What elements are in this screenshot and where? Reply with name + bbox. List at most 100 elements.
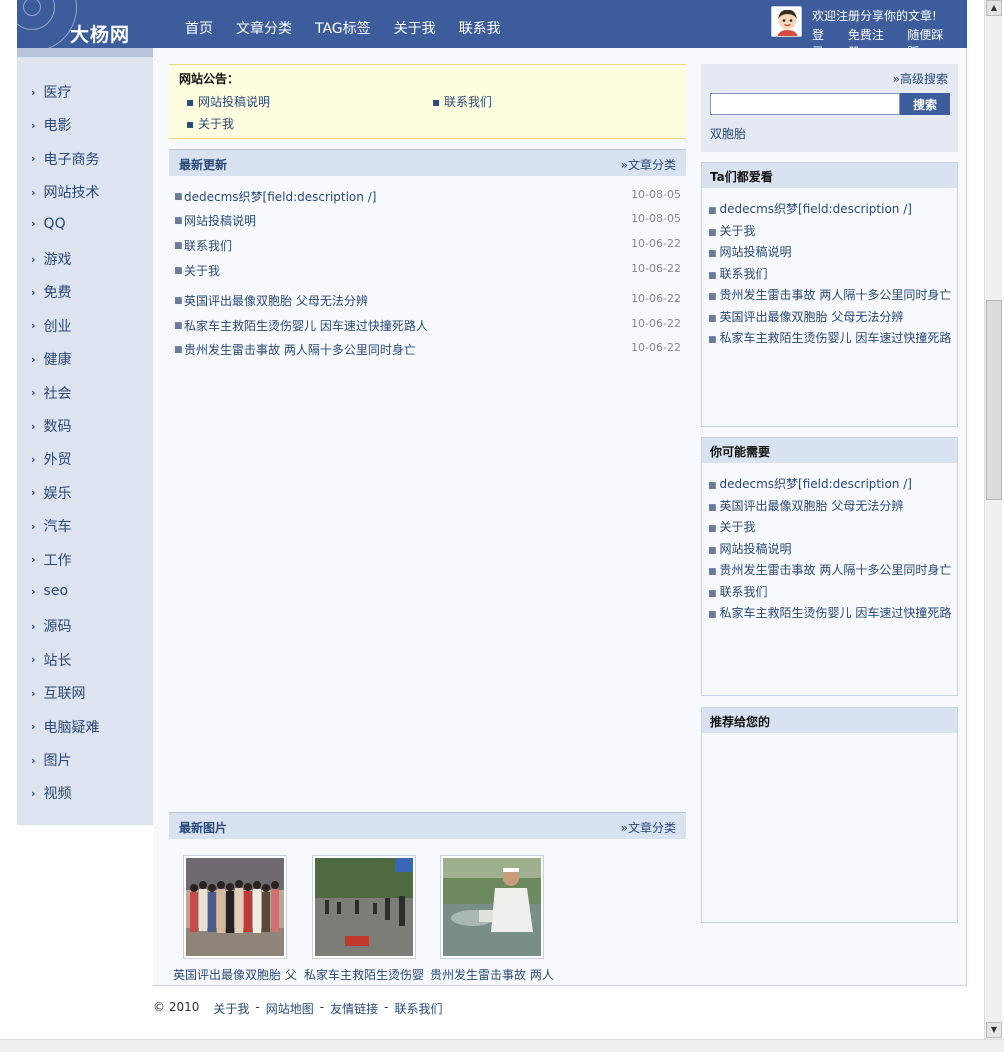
- latest-list-item[interactable]: ■ 英国评出最像双胞胎 父母无法分辨 10-06-22: [174, 292, 681, 310]
- nav-contact[interactable]: 联系我: [459, 18, 501, 38]
- notice-link-submission[interactable]: ▪ 网站投稿说明: [186, 93, 270, 110]
- chevron-right-icon: ›: [31, 118, 36, 132]
- popular-list-item[interactable]: ■ 英国评出最像双胞胎 父母无法分辨: [708, 308, 953, 325]
- sidebar-category-item[interactable]: › 数码: [31, 416, 72, 436]
- popular-list-item[interactable]: ■ 贵州发生雷击事故 两人隔十多公里同时身亡: [708, 286, 953, 303]
- sidebar-category-item[interactable]: › 网站技术: [31, 182, 100, 202]
- horizontal-scrollbar[interactable]: [0, 1039, 1004, 1052]
- picture-thumb-2[interactable]: [312, 855, 416, 959]
- notice-link-about[interactable]: ▪ 关于我: [186, 115, 234, 132]
- random-browse-link[interactable]: 随便踩踩: [907, 26, 955, 48]
- group-photo-image: [186, 858, 284, 956]
- latest-item-date: 10-08-05: [631, 212, 681, 225]
- latest-list-item[interactable]: ■ 关于我 10-06-22: [174, 262, 681, 280]
- register-link[interactable]: 免费注册: [848, 26, 896, 48]
- chevron-right-icon: ›: [31, 252, 36, 266]
- popular-list-item[interactable]: ■ 网站投稿说明: [708, 243, 953, 260]
- nav-about[interactable]: 关于我: [394, 18, 436, 38]
- sidebar-category-item[interactable]: › seo: [31, 583, 68, 599]
- picture-caption-2[interactable]: 私家车主救陌生烫伤婴: [304, 966, 428, 983]
- scroll-down-icon[interactable]: ▼: [986, 1022, 1002, 1038]
- maybe-list-item[interactable]: ■ 网站投稿说明: [708, 540, 953, 557]
- user-avatar-icon[interactable]: [771, 6, 802, 37]
- nav-categories[interactable]: 文章分类: [236, 18, 292, 38]
- latest-list-item[interactable]: ■ 贵州发生雷击事故 两人隔十多公里同时身亡 10-06-22: [174, 341, 681, 359]
- maybe-list-item[interactable]: ■ 贵州发生雷击事故 两人隔十多公里同时身亡: [708, 561, 953, 578]
- footer-link-friends[interactable]: 友情链接: [330, 1000, 378, 1017]
- site-logo[interactable]: 大杨网: [17, 0, 153, 48]
- sidebar-category-label: 互联网: [43, 686, 86, 703]
- pictures-more-link[interactable]: »文章分类: [621, 819, 676, 836]
- scroll-up-icon[interactable]: ▲: [986, 0, 1002, 16]
- latest-item-date: 10-06-22: [631, 341, 681, 354]
- maybe-list-item[interactable]: ■ 联系我们: [708, 583, 953, 600]
- hot-keyword-link[interactable]: 双胞胎: [710, 125, 746, 142]
- latest-item-title[interactable]: 贵州发生雷击事故 两人隔十多公里同时身亡: [184, 341, 416, 358]
- vertical-scrollbar[interactable]: ▲ ▼: [984, 0, 1002, 1039]
- footer-link-about[interactable]: 关于我: [213, 1000, 249, 1017]
- popular-list-item[interactable]: ■ 关于我: [708, 222, 953, 239]
- footer-link-contact[interactable]: 联系我们: [394, 1000, 442, 1017]
- sidebar-category-item[interactable]: › 电子商务: [31, 149, 100, 169]
- notice-link-label: 联系我们: [443, 95, 492, 109]
- bullet-icon: ■: [708, 249, 717, 259]
- latest-item-title[interactable]: 网站投稿说明: [184, 212, 256, 229]
- sidebar-category-item[interactable]: › 社会: [31, 383, 72, 403]
- latest-item-title[interactable]: 关于我: [184, 262, 220, 279]
- sidebar-category-item[interactable]: › 电脑疑难: [31, 717, 100, 737]
- sidebar-category-item[interactable]: › 外贸: [31, 449, 72, 469]
- sidebar-category-item[interactable]: › 互联网: [31, 683, 86, 703]
- picture-thumb-3[interactable]: [440, 855, 544, 959]
- latest-item-title[interactable]: 私家车主救陌生烫伤婴儿 因车速过快撞死路人: [184, 317, 428, 334]
- bullet-icon: ■: [708, 313, 717, 324]
- maybe-list-item[interactable]: ■ 关于我: [708, 518, 953, 535]
- footer-link-sitemap[interactable]: 网站地图: [266, 1000, 314, 1017]
- sidebar-category-item[interactable]: › 图片: [31, 750, 72, 770]
- latest-list-item[interactable]: ■ 网站投稿说明 10-08-05: [174, 212, 681, 230]
- latest-item-title[interactable]: dedecms织梦[field:description /]: [184, 188, 376, 205]
- picture-caption-1[interactable]: 英国评出最像双胞胎 父: [173, 966, 297, 983]
- popular-list-item[interactable]: ■ 联系我们: [708, 265, 953, 282]
- sidebar-category-item[interactable]: › 娱乐: [31, 483, 72, 503]
- latest-more-link[interactable]: »文章分类: [621, 156, 676, 173]
- login-link[interactable]: 登录: [812, 26, 836, 48]
- latest-item-title[interactable]: 英国评出最像双胞胎 父母无法分辨: [184, 292, 368, 309]
- search-panel: »高级搜索 搜索 双胞胎: [701, 64, 958, 152]
- maybe-item-label: 私家车主救陌生烫伤婴儿 因车速过快撞死路: [719, 606, 952, 620]
- site-footer: © 2010 关于我 - 网站地图 - 友情链接 - 联系我们: [153, 1000, 448, 1017]
- maybe-list-item[interactable]: ■ 英国评出最像双胞胎 父母无法分辨: [708, 497, 953, 514]
- sidebar-category-item[interactable]: › 健康: [31, 349, 72, 369]
- sidebar-category-item[interactable]: › 创业: [31, 316, 72, 336]
- maybe-list-item[interactable]: ■ 私家车主救陌生烫伤婴儿 因车速过快撞死路: [708, 604, 953, 621]
- sidebar-category-item[interactable]: › 视频: [31, 783, 72, 803]
- latest-list-item[interactable]: ■ 私家车主救陌生烫伤婴儿 因车速过快撞死路人 10-06-22: [174, 317, 681, 335]
- latest-list-item[interactable]: ■ dedecms织梦[field:description /] 10-08-05: [174, 188, 681, 206]
- sidebar-category-item[interactable]: › 汽车: [31, 516, 72, 536]
- nav-home[interactable]: 首页: [185, 18, 213, 38]
- nav-tags[interactable]: TAG标签: [315, 18, 371, 38]
- sidebar-category-item[interactable]: › 源码: [31, 616, 72, 636]
- advanced-search-link[interactable]: »高级搜索: [893, 70, 948, 87]
- sidebar-category-item[interactable]: › 免费: [31, 282, 72, 302]
- latest-item-title[interactable]: 联系我们: [184, 237, 232, 254]
- picture-thumb-1[interactable]: [183, 855, 287, 959]
- search-button[interactable]: 搜索: [900, 93, 950, 115]
- sidebar-category-item[interactable]: › 站长: [31, 650, 72, 670]
- maybe-needed-title: 你可能需要: [710, 445, 771, 459]
- sidebar-category-item[interactable]: › 工作: [31, 550, 72, 570]
- sidebar-category-item[interactable]: › QQ: [31, 216, 66, 232]
- popular-list-item[interactable]: ■ dedecms织梦[field:description /]: [708, 200, 953, 217]
- scrollbar-thumb[interactable]: [986, 300, 1002, 500]
- sidebar-category-item[interactable]: › 电影: [31, 115, 72, 135]
- latest-list-item[interactable]: ■ 联系我们 10-06-22: [174, 237, 681, 255]
- search-input[interactable]: [710, 93, 900, 115]
- sidebar-category-label: 游戏: [43, 252, 72, 268]
- popular-list-item[interactable]: ■ 私家车主救陌生烫伤婴儿 因车速过快撞死路: [708, 329, 953, 346]
- sidebar-category-item[interactable]: › 医疗: [31, 82, 72, 102]
- sidebar-category-label: seo: [43, 583, 69, 599]
- notice-link-contact[interactable]: ▪ 联系我们: [432, 93, 492, 110]
- sidebar-category-item[interactable]: › 游戏: [31, 249, 72, 269]
- maybe-list-item[interactable]: ■ dedecms织梦[field:description /]: [708, 475, 953, 492]
- picture-caption-3[interactable]: 贵州发生雷击事故 两人: [430, 966, 554, 983]
- bullet-icon: ■: [174, 241, 183, 251]
